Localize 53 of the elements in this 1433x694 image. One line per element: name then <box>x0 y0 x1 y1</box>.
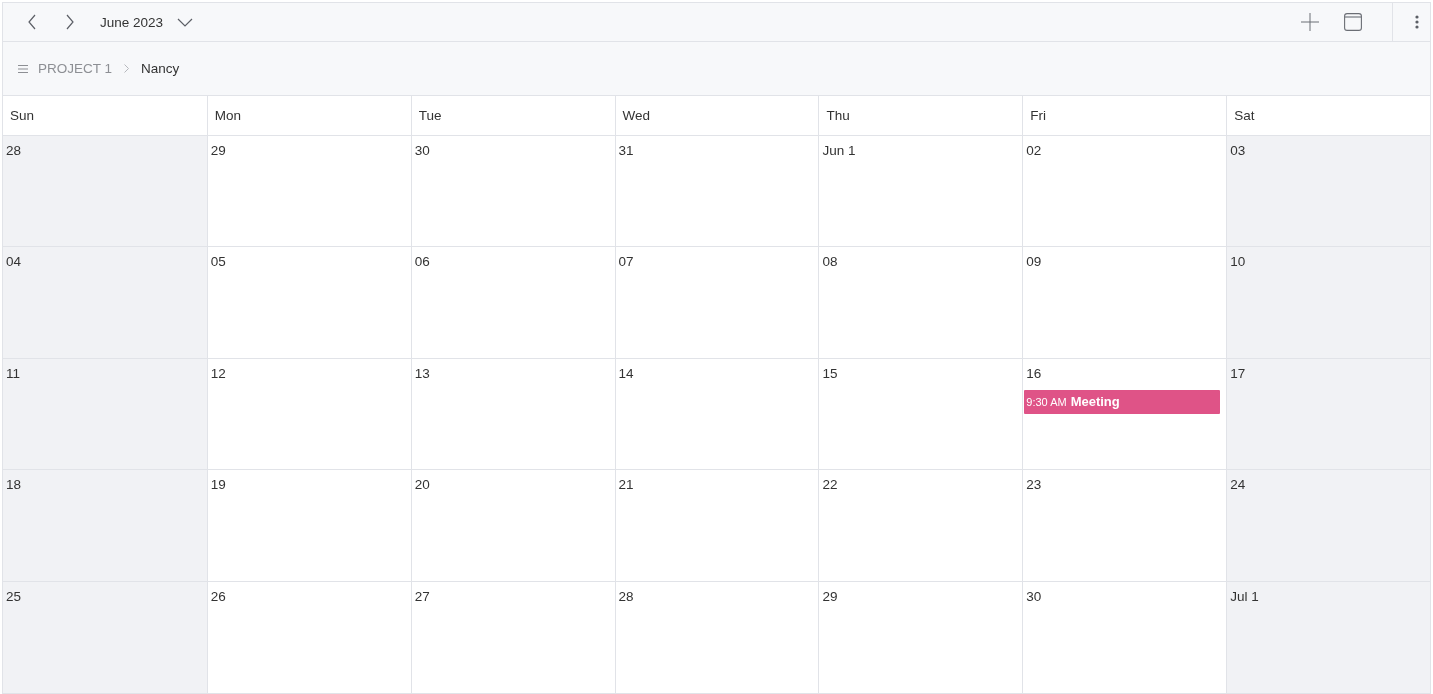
vertical-dots-icon <box>1415 15 1419 29</box>
date-label: 28 <box>6 143 22 159</box>
weekday-header: Fri <box>1022 96 1227 135</box>
caret-down-icon <box>177 17 194 27</box>
month-picker-button[interactable]: June 2023 <box>94 6 200 38</box>
date-label: 16 <box>1026 365 1042 382</box>
date-label: Jul 1 <box>1230 588 1259 605</box>
date-label: 15 <box>822 365 838 382</box>
weekday-header: Sun <box>9 107 36 125</box>
date-label: 26 <box>210 588 226 605</box>
date-label: 29 <box>822 588 838 605</box>
date-label: 11 <box>6 365 20 382</box>
plus-icon <box>1301 13 1319 31</box>
date-label: Jun 1 <box>822 143 856 159</box>
date-label: 05 <box>210 254 226 271</box>
date-label: 09 <box>1026 254 1042 271</box>
date-label: 20 <box>414 477 430 494</box>
date-label: 23 <box>1026 477 1042 494</box>
date-label: 25 <box>6 588 22 605</box>
date-label: 18 <box>6 477 22 494</box>
date-label: 03 <box>1230 143 1246 159</box>
chevron-left-icon <box>27 14 37 30</box>
chevron-right-icon <box>124 64 130 73</box>
date-label: 06 <box>414 254 430 271</box>
date-label: 14 <box>618 365 634 382</box>
weekday-header: Sat <box>1226 96 1430 135</box>
date-label: 19 <box>210 477 226 494</box>
date-label: 28 <box>618 588 634 605</box>
date-label: 02 <box>1026 143 1042 159</box>
date-label: 30 <box>1026 588 1042 605</box>
date-label: 08 <box>822 254 838 271</box>
weekday-header: Wed <box>614 96 819 135</box>
weekday-header: Mon <box>206 96 411 135</box>
date-label: 30 <box>414 143 430 159</box>
calendar-icon <box>1344 13 1362 31</box>
date-label: 27 <box>414 588 430 605</box>
weekday-header: Tue <box>410 96 615 135</box>
date-label: 29 <box>210 143 226 159</box>
date-label: 04 <box>6 254 22 271</box>
event-chip[interactable]: 9:30 AM Meeting <box>1024 389 1221 414</box>
menu-icon[interactable] <box>18 64 28 73</box>
chevron-right-icon <box>65 14 75 30</box>
date-label: 22 <box>822 477 838 494</box>
date-label: 24 <box>1230 477 1246 494</box>
weekday-header: Thu <box>818 96 1023 135</box>
date-label: 17 <box>1230 365 1246 382</box>
date-label: 12 <box>210 365 226 382</box>
date-label: 10 <box>1230 254 1246 271</box>
date-label: 13 <box>414 365 430 382</box>
date-label: 07 <box>618 254 634 271</box>
breadcrumb-item[interactable]: Nancy <box>141 61 180 76</box>
date-label: 31 <box>618 143 634 159</box>
date-label: 21 <box>618 477 634 494</box>
